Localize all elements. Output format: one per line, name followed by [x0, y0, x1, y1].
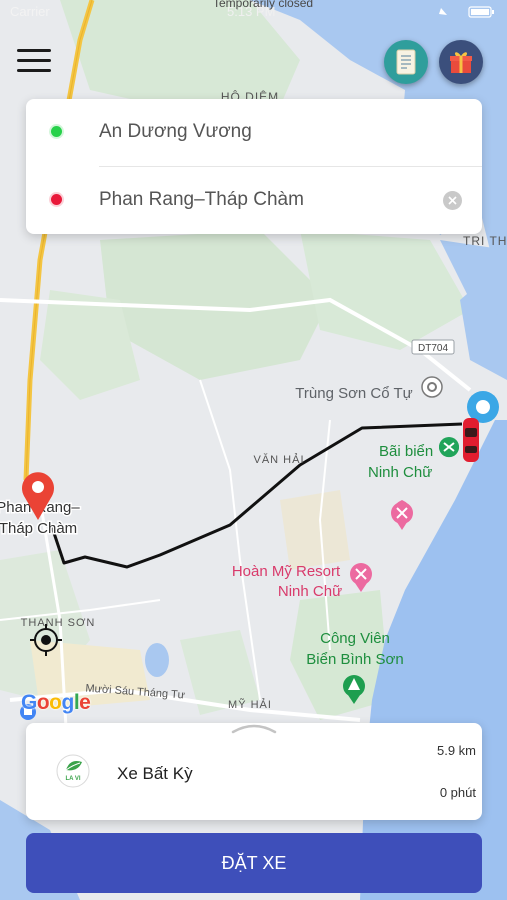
clear-destination-icon[interactable] [443, 191, 462, 210]
google-logo: Google [21, 691, 91, 714]
map-label-beach-1: Bãi biển [379, 443, 433, 460]
destination-text: Phan Rang–Tháp Chàm [99, 189, 304, 210]
receipt-icon [396, 49, 416, 75]
map-label-my-hai: MỸ HẢI [228, 698, 272, 711]
vehicle-duration: 0 phút [439, 785, 476, 800]
map-label-trung-son: Trùng Sơn Cổ Tự [295, 385, 412, 402]
route-card: An Dương Vương Phan Rang–Tháp Chàm [26, 99, 482, 234]
map-label-van-hai: VĂN HẢI [253, 453, 304, 466]
beach-poi-icon[interactable] [439, 437, 460, 458]
map-label-thanh-son: THANH SƠN [21, 617, 96, 629]
book-ride-button[interactable]: ĐẶT XE [26, 833, 482, 893]
map-label-beach-2: Ninh Chữ [368, 464, 432, 481]
svg-text:LA VI: LA VI [65, 776, 80, 782]
map-label-resort-1: Hoàn Mỹ Resort [232, 563, 341, 580]
battery-icon [439, 6, 494, 18]
vehicle-name: Xe Bất Kỳ [117, 764, 193, 783]
map-label-city-2: Tháp Chàm [0, 520, 77, 537]
map-label-park-2: Biển Bình Sơn [306, 651, 403, 668]
hamburger-menu-icon[interactable] [17, 49, 51, 75]
status-bar: Carrier Temporarily closed 5:13 PM [0, 0, 507, 20]
vehicle-distance: 5.9 km [436, 743, 476, 758]
map-label-dt704: DT704 [418, 343, 448, 354]
destination-field[interactable]: Phan Rang–Tháp Chàm [26, 167, 482, 234]
origin-dot-icon [51, 126, 62, 137]
map-label-park-1: Công Viên [320, 630, 390, 647]
vehicle-option-card[interactable]: LA VI Xe Bất Kỳ 5.9 km 0 phút [26, 723, 482, 820]
lavi-logo-icon: LA VI [56, 754, 90, 788]
status-time: 5:13 PM [227, 4, 276, 19]
destination-dot-icon [51, 194, 62, 205]
status-carrier: Carrier [10, 4, 50, 19]
gift-button[interactable] [439, 40, 483, 84]
map-label-resort-2: Ninh Chữ [278, 583, 342, 600]
temple-poi-icon[interactable] [421, 376, 443, 398]
origin-text: An Dương Vương [99, 121, 252, 142]
origin-field[interactable]: An Dương Vương [26, 99, 482, 166]
drag-handle-icon[interactable] [231, 722, 277, 734]
history-button[interactable] [384, 40, 428, 84]
gift-icon [450, 52, 472, 73]
map-label-tri-thuy: TRI TH [463, 234, 507, 248]
car-icon [463, 418, 479, 462]
